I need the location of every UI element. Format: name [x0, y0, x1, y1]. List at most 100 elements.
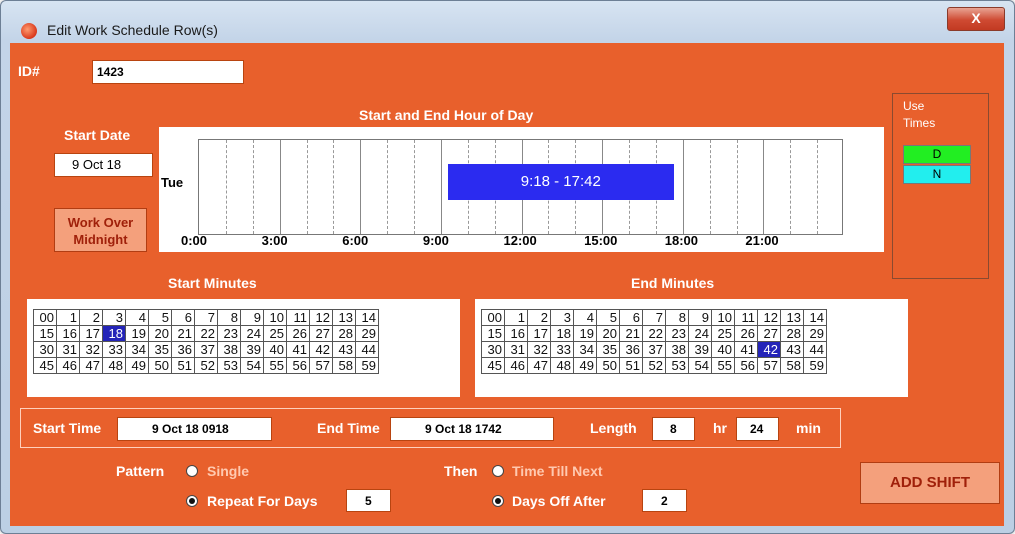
- start-minutes-cell[interactable]: 2: [79, 309, 103, 326]
- title-bar[interactable]: Edit Work Schedule Row(s) X: [1, 1, 1014, 43]
- days-off-field[interactable]: 2: [642, 489, 687, 512]
- start-minutes-cell[interactable]: 39: [240, 341, 264, 358]
- end-minutes-cell[interactable]: 54: [688, 357, 712, 374]
- end-minutes-cell[interactable]: 9: [688, 309, 712, 326]
- single-radio[interactable]: [186, 465, 198, 477]
- end-minutes-cell[interactable]: 49: [573, 357, 597, 374]
- end-minutes-cell[interactable]: 10: [711, 309, 735, 326]
- length-hours-field[interactable]: 8: [652, 417, 695, 441]
- start-minutes-cell[interactable]: 17: [79, 325, 103, 342]
- end-minutes-cell[interactable]: 7: [642, 309, 666, 326]
- start-minutes-cell[interactable]: 28: [332, 325, 356, 342]
- start-minutes-cell[interactable]: 9: [240, 309, 264, 326]
- end-minutes-cell[interactable]: 45: [481, 357, 505, 374]
- end-minutes-cell[interactable]: 00: [481, 309, 505, 326]
- end-minutes-cell[interactable]: 34: [573, 341, 597, 358]
- start-minutes-cell[interactable]: 43: [332, 341, 356, 358]
- end-minutes-cell[interactable]: 33: [550, 341, 574, 358]
- end-minutes-cell[interactable]: 11: [734, 309, 758, 326]
- start-minutes-cell[interactable]: 34: [125, 341, 149, 358]
- start-minutes-cell[interactable]: 27: [309, 325, 333, 342]
- end-minutes-cell[interactable]: 59: [803, 357, 827, 374]
- start-minutes-cell[interactable]: 51: [171, 357, 195, 374]
- start-minutes-cell[interactable]: 11: [286, 309, 310, 326]
- time-till-next-radio[interactable]: [492, 465, 504, 477]
- start-minutes-cell[interactable]: 29: [355, 325, 379, 342]
- start-minutes-cell[interactable]: 36: [171, 341, 195, 358]
- start-minutes-cell[interactable]: 23: [217, 325, 241, 342]
- start-minutes-cell[interactable]: 56: [286, 357, 310, 374]
- start-minutes-cell[interactable]: 41: [286, 341, 310, 358]
- end-minutes-cell[interactable]: 41: [734, 341, 758, 358]
- end-minutes-cell[interactable]: 38: [665, 341, 689, 358]
- end-minutes-cell[interactable]: 4: [573, 309, 597, 326]
- repeat-for-days-radio[interactable]: [186, 495, 198, 507]
- start-minutes-cell[interactable]: 37: [194, 341, 218, 358]
- start-minutes-cell[interactable]: 32: [79, 341, 103, 358]
- end-minutes-cell[interactable]: 2: [527, 309, 551, 326]
- start-time-field[interactable]: 9 Oct 18 0918: [117, 417, 272, 441]
- end-minutes-cell[interactable]: 52: [642, 357, 666, 374]
- end-minutes-cell[interactable]: 50: [596, 357, 620, 374]
- start-minutes-cell[interactable]: 38: [217, 341, 241, 358]
- end-time-field[interactable]: 9 Oct 18 1742: [390, 417, 554, 441]
- id-field[interactable]: 1423: [92, 60, 244, 84]
- start-minutes-cell[interactable]: 52: [194, 357, 218, 374]
- end-minutes-cell[interactable]: 32: [527, 341, 551, 358]
- start-minutes-cell[interactable]: 14: [355, 309, 379, 326]
- end-minutes-cell[interactable]: 30: [481, 341, 505, 358]
- days-off-after-radio[interactable]: [492, 495, 504, 507]
- start-minutes-cell[interactable]: 18: [102, 325, 126, 342]
- start-minutes-cell[interactable]: 45: [33, 357, 57, 374]
- end-minutes-cell[interactable]: 43: [780, 341, 804, 358]
- end-minutes-cell[interactable]: 48: [550, 357, 574, 374]
- end-minutes-cell[interactable]: 58: [780, 357, 804, 374]
- start-minutes-cell[interactable]: 12: [309, 309, 333, 326]
- end-minutes-cell[interactable]: 28: [780, 325, 804, 342]
- end-minutes-cell[interactable]: 46: [504, 357, 528, 374]
- end-minutes-cell[interactable]: 37: [642, 341, 666, 358]
- start-date-field[interactable]: 9 Oct 18: [54, 153, 153, 177]
- start-minutes-cell[interactable]: 7: [194, 309, 218, 326]
- start-minutes-cell[interactable]: 4: [125, 309, 149, 326]
- start-minutes-cell[interactable]: 6: [171, 309, 195, 326]
- shift-bar[interactable]: 9:18 - 17:42: [447, 164, 674, 200]
- end-minutes-cell[interactable]: 42: [757, 341, 781, 358]
- end-minutes-cell[interactable]: 20: [596, 325, 620, 342]
- start-minutes-cell[interactable]: 8: [217, 309, 241, 326]
- end-minutes-cell[interactable]: 13: [780, 309, 804, 326]
- end-minutes-cell[interactable]: 55: [711, 357, 735, 374]
- start-minutes-cell[interactable]: 57: [309, 357, 333, 374]
- end-minutes-cell[interactable]: 15: [481, 325, 505, 342]
- start-minutes-cell[interactable]: 24: [240, 325, 264, 342]
- end-minutes-cell[interactable]: 3: [550, 309, 574, 326]
- end-minutes-cell[interactable]: 21: [619, 325, 643, 342]
- end-minutes-cell[interactable]: 56: [734, 357, 758, 374]
- end-minutes-cell[interactable]: 44: [803, 341, 827, 358]
- start-minutes-cell[interactable]: 15: [33, 325, 57, 342]
- start-minutes-cell[interactable]: 49: [125, 357, 149, 374]
- start-minutes-cell[interactable]: 53: [217, 357, 241, 374]
- use-times-n-button[interactable]: N: [903, 165, 971, 184]
- start-minutes-cell[interactable]: 55: [263, 357, 287, 374]
- start-minutes-cell[interactable]: 44: [355, 341, 379, 358]
- end-minutes-cell[interactable]: 1: [504, 309, 528, 326]
- start-minutes-cell[interactable]: 33: [102, 341, 126, 358]
- end-minutes-cell[interactable]: 18: [550, 325, 574, 342]
- end-minutes-cell[interactable]: 53: [665, 357, 689, 374]
- end-minutes-cell[interactable]: 19: [573, 325, 597, 342]
- start-minutes-cell[interactable]: 19: [125, 325, 149, 342]
- repeat-days-field[interactable]: 5: [346, 489, 391, 512]
- start-minutes-cell[interactable]: 5: [148, 309, 172, 326]
- start-minutes-cell[interactable]: 31: [56, 341, 80, 358]
- end-minutes-cell[interactable]: 23: [665, 325, 689, 342]
- end-minutes-cell[interactable]: 31: [504, 341, 528, 358]
- start-minutes-cell[interactable]: 16: [56, 325, 80, 342]
- start-minutes-cell[interactable]: 21: [171, 325, 195, 342]
- start-minutes-cell[interactable]: 46: [56, 357, 80, 374]
- close-button[interactable]: X: [947, 7, 1005, 31]
- end-minutes-cell[interactable]: 25: [711, 325, 735, 342]
- use-times-d-button[interactable]: D: [903, 145, 971, 164]
- end-minutes-cell[interactable]: 14: [803, 309, 827, 326]
- end-minutes-cell[interactable]: 39: [688, 341, 712, 358]
